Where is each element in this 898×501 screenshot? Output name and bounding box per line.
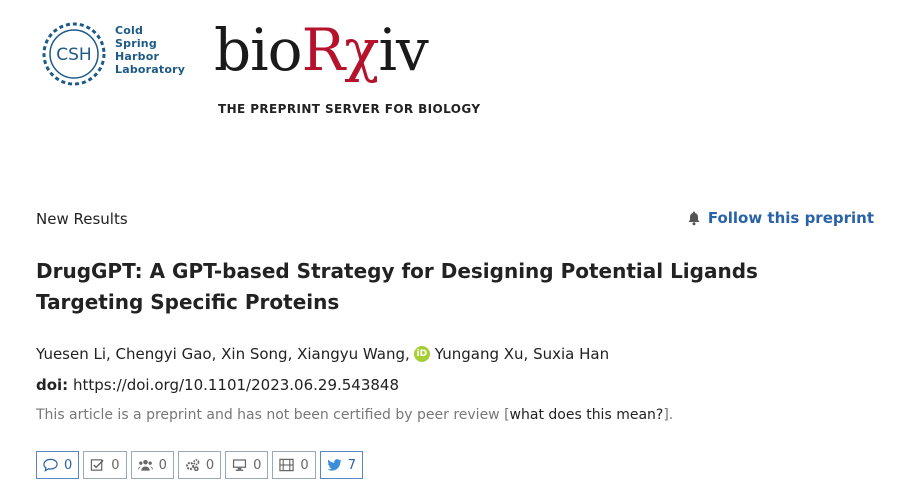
blogs-metric[interactable]: 0 [225,451,269,479]
twitter-icon [327,459,342,471]
bell-icon [688,211,700,226]
media-count: 0 [300,457,309,473]
community-count: 0 [158,457,167,473]
users-icon [137,459,153,471]
reviews-count: 0 [111,457,120,473]
checkbox-icon [91,459,104,471]
twitter-count: 7 [347,457,356,473]
film-icon [279,458,295,472]
article-category: New Results [36,210,128,228]
csh-line-4: Laboratory [115,63,186,76]
community-metric[interactable]: 0 [130,451,174,479]
doi-link[interactable]: https://doi.org/10.1101/2023.06.29.54384… [73,376,399,394]
disclaimer-text: This article is a preprint and has not b… [36,407,510,423]
csh-name: Cold Spring Harbor Laboratory [115,24,185,76]
automated-count: 0 [205,457,215,473]
disclaimer-end: ]. [663,407,674,423]
comments-count: 0 [64,457,73,473]
authors-part-1[interactable]: Yuesen Li, Chengyi Gao, Xin Song, Xiangy… [36,345,410,363]
twitter-metric[interactable]: 7 [319,451,363,479]
what-does-this-mean-link[interactable]: what does this mean? [510,407,664,423]
blogs-count: 0 [253,457,262,473]
monitor-icon [233,459,247,471]
doi-line: doi: https://doi.org/10.1101/2023.06.29.… [36,376,399,394]
follow-preprint-link[interactable]: Follow this preprint [686,209,874,227]
authors-part-2[interactable]: Yungang Xu, Suxia Han [435,345,609,363]
csh-line-1: Cold [115,24,144,37]
csh-logo[interactable]: CSH Cold Spring Harbor Laboratory [38,18,188,90]
biorxiv-logo[interactable]: bioRχiv THE PREPRINT SERVER FOR BIOLOGY [214,14,489,124]
biorxiv-tagline: THE PREPRINT SERVER FOR BIOLOGY [218,102,481,116]
comments-metric[interactable]: 0 [36,451,80,479]
comment-icon [43,458,58,472]
orcid-icon[interactable]: iD [413,346,430,362]
media-metric[interactable]: 0 [272,451,316,479]
csh-line-3: Harbor [115,50,160,63]
author-list: Yuesen Li, Chengyi Gao, Xin Song, Xiangy… [36,345,609,363]
gears-icon [185,459,200,472]
follow-label: Follow this preprint [707,209,874,227]
automated-metric[interactable]: 0 [177,451,222,479]
metrics-bar: 0 0 0 0 0 0 7 [36,451,363,479]
reviews-metric[interactable]: 0 [83,451,127,479]
preprint-disclaimer: This article is a preprint and has not b… [36,407,673,423]
doi-label: doi: [36,376,69,394]
article-title: DrugGPT: A GPT-based Strategy for Design… [36,259,758,314]
biorxiv-wordmark: bioRχiv [214,16,429,84]
csh-mark: CSH [56,45,91,65]
csh-ring-icon: CSH [42,22,106,86]
csh-line-2: Spring [115,37,157,50]
